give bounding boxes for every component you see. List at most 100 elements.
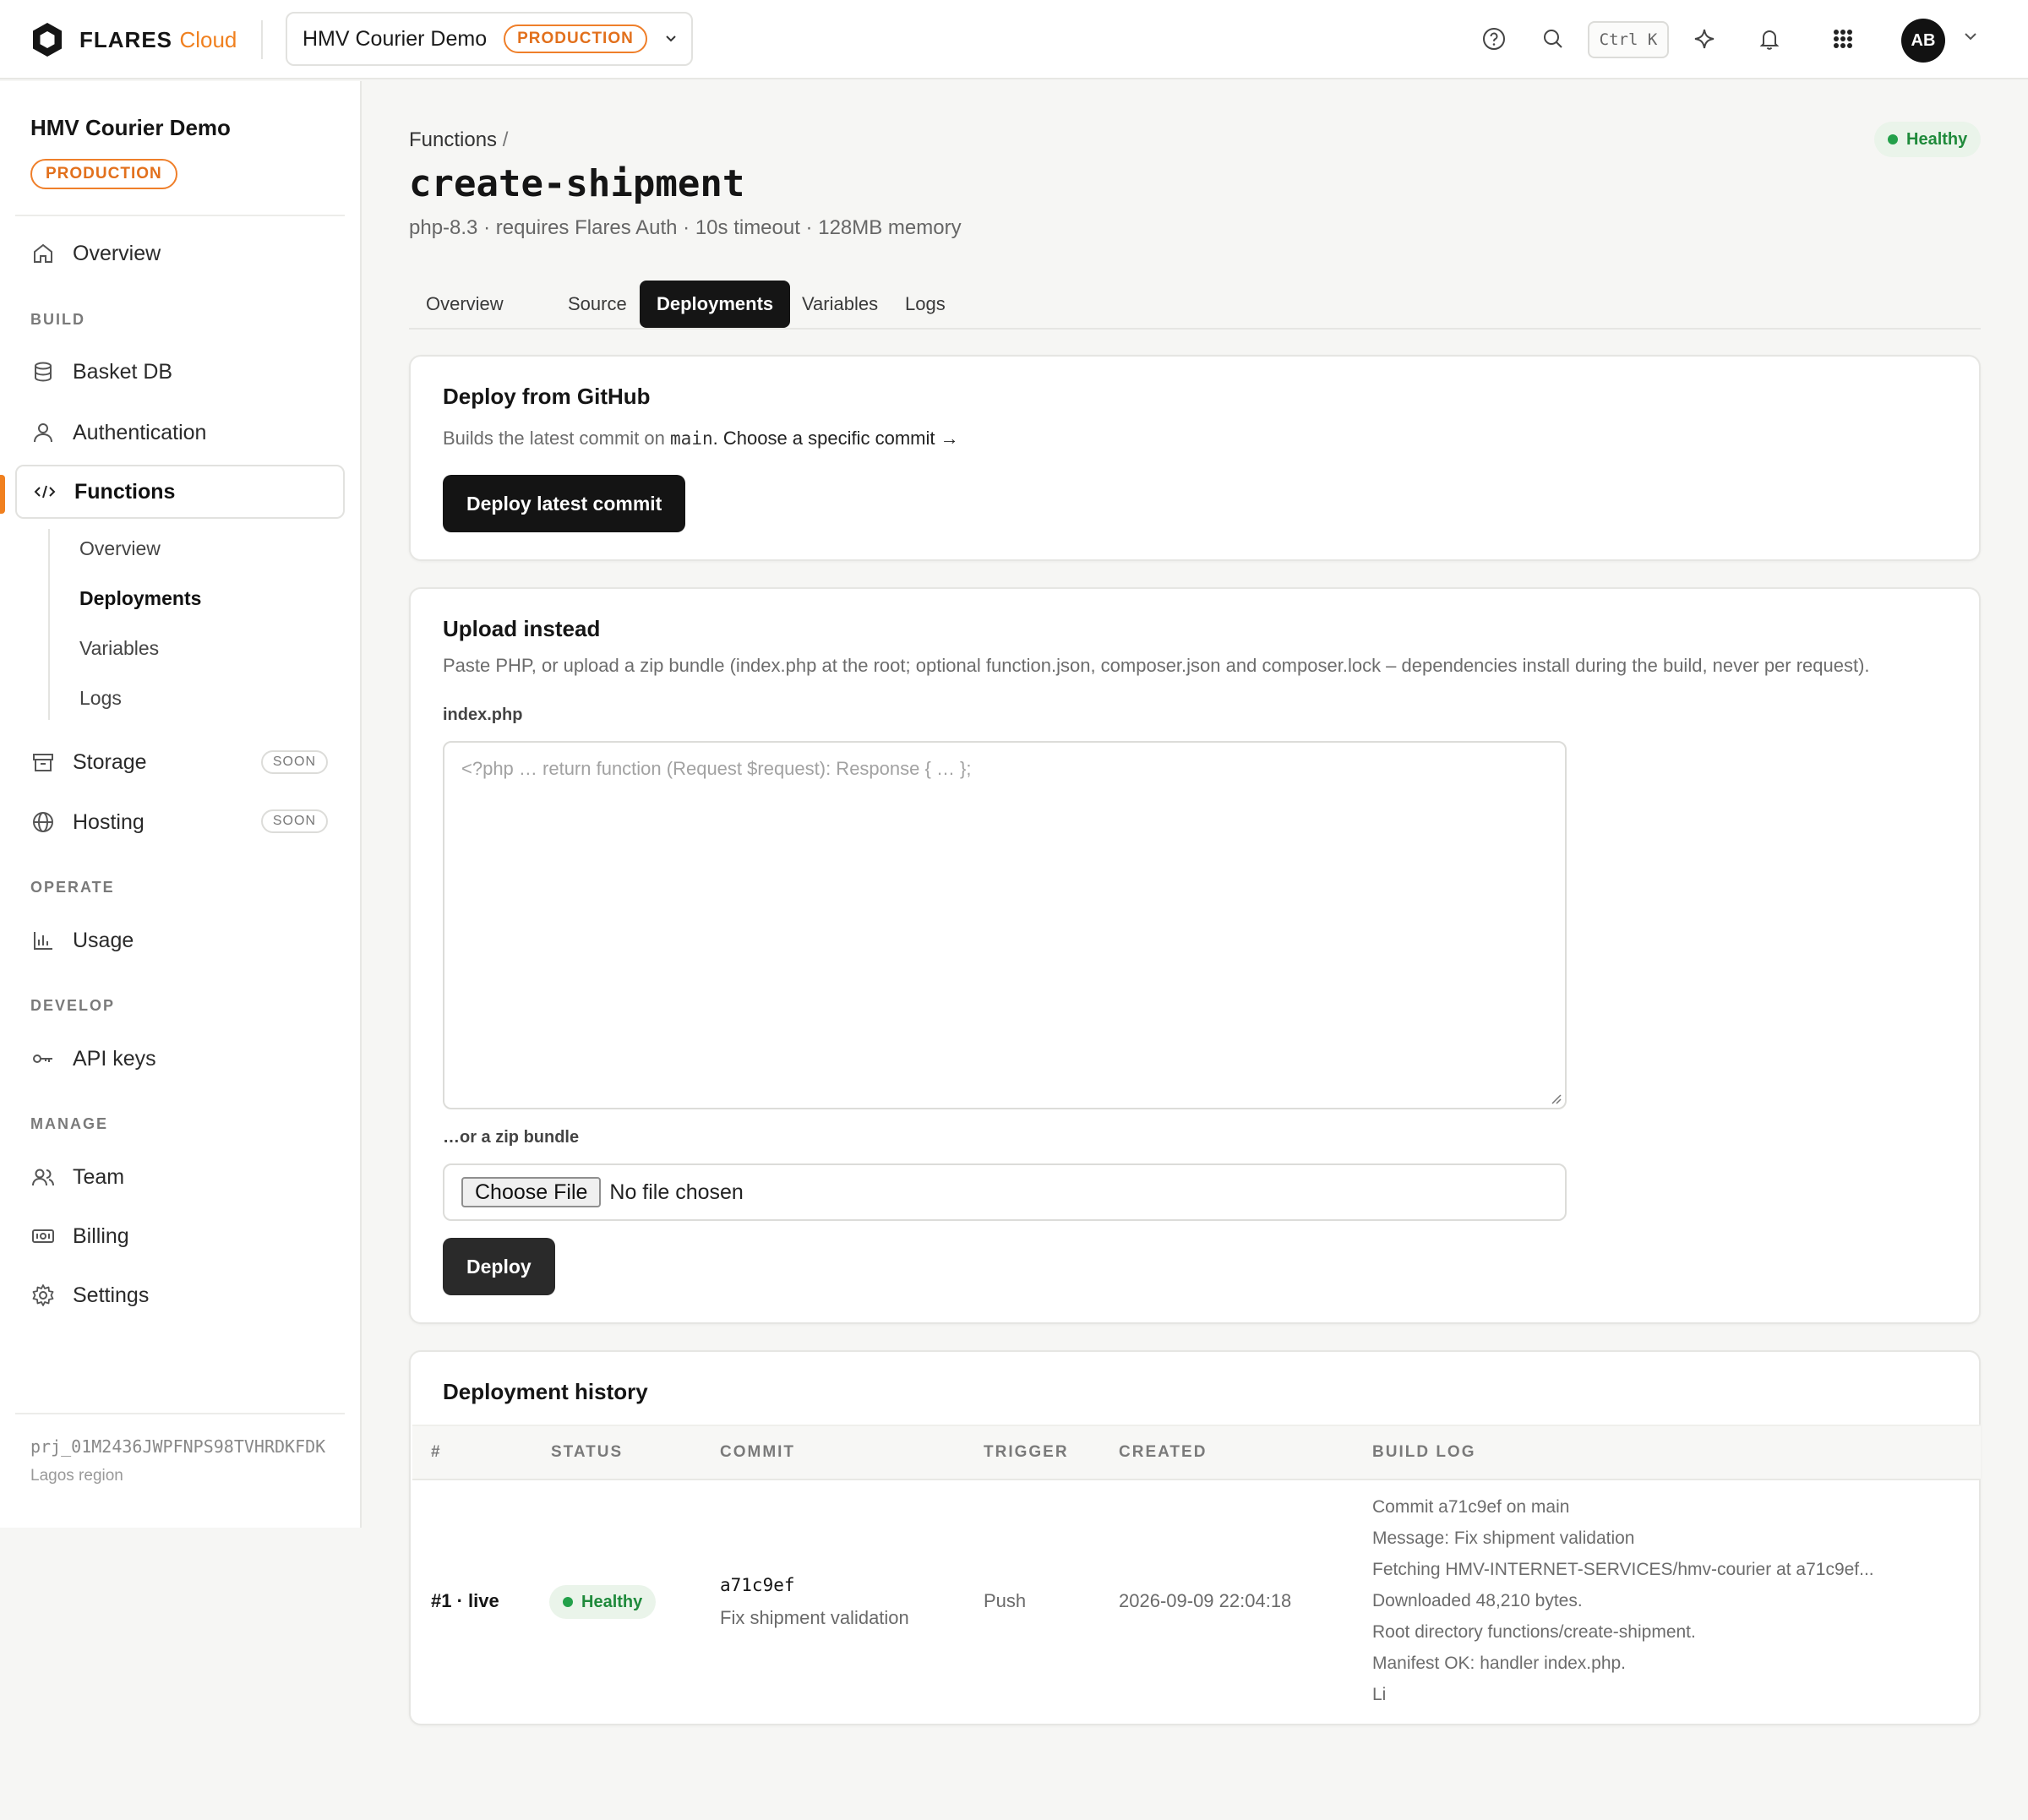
- sidebar-item-authentication[interactable]: Authentication: [15, 406, 345, 460]
- sidebar: HMV Courier Demo PRODUCTION Overview BUI…: [0, 81, 362, 1528]
- sidebar-item-label: Hosting: [73, 809, 144, 834]
- brand-name: FLARES: [79, 26, 172, 52]
- env-badge: PRODUCTION: [504, 25, 647, 53]
- code-field-label: index.php: [443, 706, 523, 724]
- resize-grip-icon[interactable]: [1550, 1093, 1562, 1104]
- submenu-guide-line: [48, 529, 50, 720]
- card-title: Deployment history: [443, 1379, 648, 1404]
- column-header: STATUS: [551, 1443, 624, 1461]
- sidebar-item-label: Basket DB: [73, 359, 173, 384]
- zip-field-label: …or a zip bundle: [443, 1128, 580, 1147]
- card-description: Paste PHP, or upload a zip bundle (index…: [443, 655, 1870, 676]
- database-icon: [35, 362, 52, 382]
- sidebar-item-billing[interactable]: Billing: [15, 1209, 345, 1263]
- header-divider: [261, 20, 263, 59]
- sidebar-divider: [15, 215, 345, 216]
- commit-hash: a71c9ef: [720, 1575, 795, 1595]
- status-text: Healthy: [581, 1592, 643, 1611]
- top-bar: FLARES Cloud HMV Courier Demo PRODUCTION…: [0, 0, 2028, 79]
- sidebar-item-usage[interactable]: Usage: [15, 913, 345, 967]
- sidebar-item-basket-db[interactable]: Basket DB: [15, 345, 345, 399]
- search-icon[interactable]: [1540, 25, 1567, 52]
- build-log-line: Root directory functions/create-shipment…: [1372, 1622, 1696, 1642]
- user-icon: [34, 423, 52, 443]
- code-icon: [34, 485, 56, 499]
- chevron-down-icon: [666, 35, 676, 42]
- sidebar-subitem-variables[interactable]: Variables: [79, 637, 159, 660]
- column-header: BUILD LOG: [1372, 1443, 1476, 1461]
- zip-file-input[interactable]: Choose File No file chosen: [443, 1163, 1567, 1221]
- column-header: TRIGGER: [984, 1443, 1069, 1461]
- tab-variables[interactable]: Variables: [785, 281, 895, 328]
- soon-badge: SOON: [260, 809, 328, 833]
- card-description: Builds the latest commit on main. Choose…: [443, 428, 959, 449]
- build-log-line: Downloaded 48,210 bytes.: [1372, 1591, 1583, 1610]
- bar-chart-icon: [34, 932, 52, 950]
- build-log-line: Commit a71c9ef on main: [1372, 1497, 1570, 1517]
- build-log-line: Message: Fix shipment validation: [1372, 1528, 1635, 1548]
- user-avatar[interactable]: AB: [1901, 19, 1945, 63]
- upload-card: Upload instead Paste PHP, or upload a zi…: [409, 587, 1981, 1324]
- sidebar-item-label: Functions: [74, 479, 176, 504]
- trigger-value: Push: [984, 1590, 1027, 1611]
- sidebar-section-operate: OPERATE: [30, 879, 115, 896]
- health-status-text: Healthy: [1906, 129, 1968, 149]
- sidebar-section-build: BUILD: [30, 311, 85, 328]
- page-title: create-shipment: [409, 162, 745, 205]
- deploy-latest-commit-button[interactable]: Deploy latest commit: [443, 475, 686, 532]
- sparkle-icon[interactable]: [1691, 25, 1718, 52]
- bell-icon[interactable]: [1756, 25, 1783, 52]
- breadcrumb-separator: /: [502, 128, 509, 151]
- team-icon: [32, 1169, 54, 1186]
- apps-grid-icon[interactable]: [1829, 25, 1856, 52]
- chevron-down-icon[interactable]: [1961, 27, 1980, 46]
- status-badge: Healthy: [549, 1585, 657, 1619]
- brand-logo[interactable]: FLARES Cloud: [30, 21, 237, 58]
- project-switcher[interactable]: HMV Courier Demo PRODUCTION: [286, 12, 693, 66]
- project-id: prj_01M2436JWPFNPS98TVHRDKFDK: [30, 1436, 326, 1457]
- tab-overview[interactable]: Overview: [409, 281, 521, 328]
- brand-sub: Cloud: [179, 26, 237, 52]
- column-header: CREATED: [1119, 1443, 1208, 1461]
- tab-logs[interactable]: Logs: [888, 281, 962, 328]
- code-textarea[interactable]: <?php … return function (Request $reques…: [443, 741, 1567, 1109]
- tab-source[interactable]: Source: [551, 281, 644, 328]
- card-title: Upload instead: [443, 616, 601, 641]
- function-tabs: Overview Source Deployments Variables Lo…: [409, 279, 1981, 330]
- sidebar-item-functions[interactable]: Functions: [15, 465, 345, 519]
- deploy-button[interactable]: Deploy: [443, 1238, 555, 1295]
- search-shortcut-hint[interactable]: Ctrl K: [1588, 21, 1669, 58]
- file-status: No file chosen: [609, 1180, 744, 1204]
- sidebar-item-label: Overview: [73, 241, 161, 265]
- sidebar-item-team[interactable]: Team: [15, 1150, 345, 1204]
- soon-badge: SOON: [260, 750, 328, 774]
- help-icon[interactable]: [1480, 25, 1507, 52]
- sidebar-subitem-logs[interactable]: Logs: [79, 687, 122, 710]
- breadcrumb-functions-link[interactable]: Functions: [409, 128, 497, 151]
- home-icon: [34, 243, 52, 263]
- sidebar-subitem-overview[interactable]: Overview: [79, 537, 161, 560]
- archive-icon: [33, 754, 53, 771]
- commit-message: Fix shipment validation: [720, 1607, 909, 1628]
- sidebar-item-label: Team: [73, 1164, 125, 1189]
- tab-deployments[interactable]: Deployments: [640, 281, 791, 328]
- status-dot-icon: [1888, 134, 1898, 144]
- table-header: # STATUS COMMIT TRIGGER CREATED BUILD LO…: [412, 1425, 1981, 1480]
- project-region: Lagos region: [30, 1467, 123, 1485]
- choose-file-button[interactable]: Choose File: [461, 1177, 602, 1207]
- choose-commit-link[interactable]: Choose a specific commit →: [723, 428, 959, 449]
- sidebar-item-overview[interactable]: Overview: [15, 226, 345, 281]
- health-status-badge: Healthy: [1874, 122, 1982, 157]
- active-indicator: [0, 475, 5, 514]
- gear-icon: [32, 1284, 54, 1306]
- sidebar-item-api-keys[interactable]: API keys: [15, 1032, 345, 1086]
- column-header: #: [431, 1443, 442, 1461]
- sidebar-item-label: Authentication: [73, 420, 207, 444]
- deployment-history-card: Deployment history # STATUS COMMIT TRIGG…: [409, 1350, 1981, 1725]
- build-log-line: Li: [1372, 1685, 1387, 1704]
- function-meta: php-8.3 · requires Flares Auth · 10s tim…: [409, 216, 962, 239]
- sidebar-subitem-deployments[interactable]: Deployments: [79, 587, 201, 610]
- sidebar-item-label: Settings: [73, 1283, 150, 1307]
- deploy-github-card: Deploy from GitHub Builds the latest com…: [409, 355, 1981, 561]
- sidebar-item-settings[interactable]: Settings: [15, 1268, 345, 1322]
